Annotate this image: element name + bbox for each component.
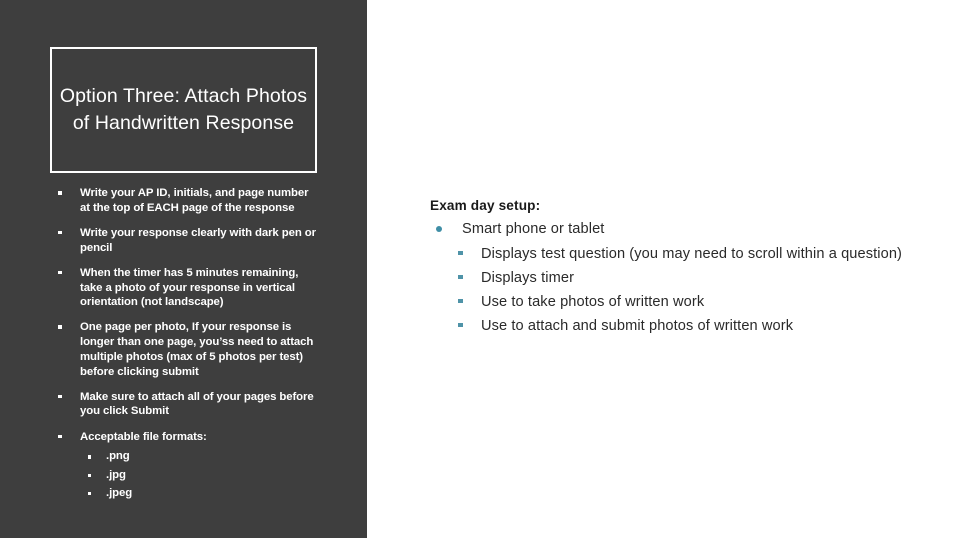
left-dark-panel: Option Three: Attach Photos of Handwritt… — [0, 0, 367, 538]
capability-list-item: Displays timer — [430, 269, 910, 286]
square-bullet-icon — [58, 230, 62, 235]
sub-list-item: .png — [80, 451, 318, 462]
list-item: Acceptable file formats: .png .jpg .jpeg — [50, 430, 318, 500]
list-item-label: Acceptable file formats: — [80, 430, 207, 443]
capability-list-item: Use to attach and submit photos of writt… — [430, 319, 910, 334]
square-bullet-icon — [88, 473, 92, 477]
sub-list-item: .jpeg — [80, 487, 318, 500]
sub-list-item: .jpg — [80, 468, 318, 481]
list-item-label: Make sure to attach all of your pages be… — [80, 390, 314, 418]
square-bullet-icon — [458, 274, 463, 280]
instructions-list: Write your AP ID, initials, and page num… — [50, 186, 318, 500]
exam-setup-heading: Exam day setup: — [430, 198, 541, 213]
list-item: One page per photo, If your response is … — [50, 320, 318, 379]
page-title: Option Three: Attach Photos of Handwritt… — [59, 85, 308, 134]
capability-list-item: Use to take photos of written work — [430, 293, 910, 310]
capability-list-item-label: Displays test question (you may need to … — [481, 245, 903, 262]
list-item-label: One page per photo, If your response is … — [80, 321, 314, 378]
square-bullet-icon — [88, 455, 92, 459]
square-bullet-icon — [88, 492, 92, 496]
square-bullet-icon — [58, 270, 62, 275]
square-bullet-icon — [458, 250, 463, 256]
list-item: When the timer has 5 minutes remaining, … — [50, 266, 318, 310]
square-bullet-icon — [58, 434, 62, 439]
capability-list-item-label: Displays timer — [481, 269, 575, 286]
device-list-item: Smart phone or tablet — [430, 222, 910, 237]
square-bullet-icon — [58, 191, 62, 195]
square-bullet-icon — [58, 394, 62, 399]
sub-list-item-label: .jpeg — [106, 487, 133, 500]
sub-list-item-label: .jpg — [106, 468, 126, 481]
list-item: Make sure to attach all of your pages be… — [50, 390, 318, 419]
round-bullet-icon — [436, 226, 442, 232]
list-item-label: Write your AP ID, initials, and page num… — [80, 187, 309, 214]
sub-list-item-label: .png — [106, 450, 130, 463]
square-bullet-icon — [458, 322, 463, 328]
list-item-label: When the timer has 5 minutes remaining, … — [80, 266, 299, 309]
capability-list-item-label: Use to take photos of written work — [481, 293, 705, 310]
square-bullet-icon — [458, 298, 463, 304]
list-item: Write your response clearly with dark pe… — [50, 226, 318, 255]
list-item-label: Write your response clearly with dark pe… — [80, 226, 316, 254]
square-bullet-icon — [58, 325, 62, 329]
capability-list-item: Displays test question (you may need to … — [430, 245, 910, 262]
list-item: Write your AP ID, initials, and page num… — [50, 186, 318, 215]
slide-title-box: Option Three: Attach Photos of Handwritt… — [50, 47, 317, 173]
capability-list-item-label: Use to attach and submit photos of writt… — [481, 317, 794, 334]
exam-setup-image-block: Exam day setup: Smart phone or tablet Di… — [430, 198, 910, 343]
device-list-item-label: Smart phone or tablet — [462, 221, 605, 237]
